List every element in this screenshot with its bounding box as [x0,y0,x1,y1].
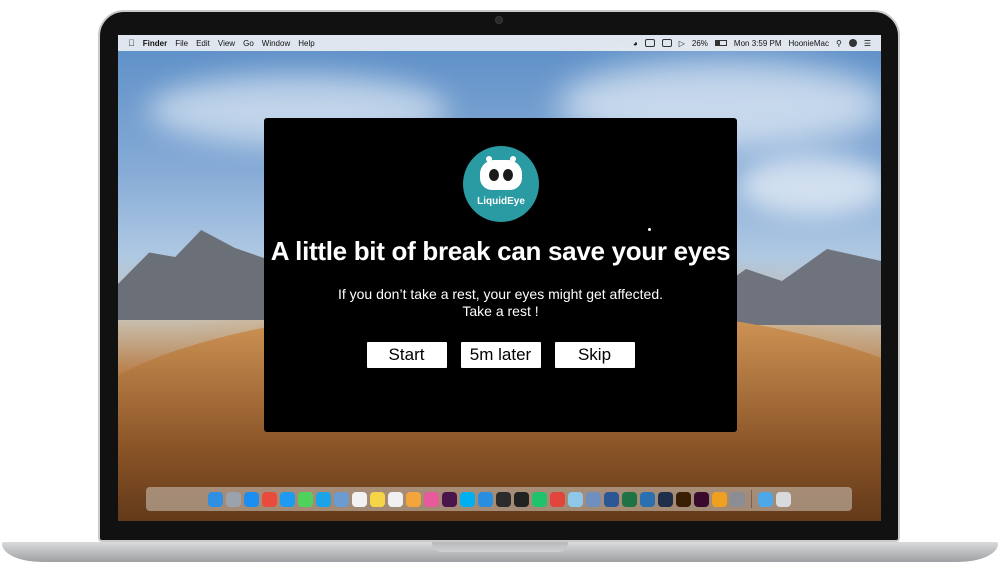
skip-button[interactable]: Skip [554,342,635,368]
dock-slack-icon[interactable] [441,491,457,507]
menu-go[interactable]: Go [243,39,254,48]
battery-icon[interactable] [714,40,727,46]
menu-view[interactable]: View [218,39,235,48]
dock-separator [750,490,752,508]
dock-preview-icon[interactable] [333,491,349,507]
dock-trash-icon[interactable] [775,491,791,507]
dock-skype-icon[interactable] [315,491,331,507]
dock-app-store-icon[interactable] [279,491,295,507]
desktop-screen:  Finder File Edit View Go Window Help ◕… [118,35,881,521]
liquideye-logo: LiquidEye [463,146,539,222]
user-name[interactable]: HoonieMac [789,39,829,48]
dock-messages-icon[interactable] [297,491,313,507]
logo-text: LiquidEye [477,196,525,207]
dock-powershell-icon[interactable] [639,491,655,507]
menu-bar:  Finder File Edit View Go Window Help ◕… [118,35,881,51]
dock-photos-icon[interactable] [405,491,421,507]
dock-transmit-icon[interactable] [711,491,727,507]
dock-xcode-icon[interactable] [477,491,493,507]
apple-icon[interactable]:  [128,38,135,48]
later-button[interactable]: 5m later [460,342,541,368]
dock-git-client-icon[interactable] [549,491,565,507]
dock-r-icon[interactable] [585,491,601,507]
notification-center-icon[interactable]: ☰ [864,39,871,48]
dock-skype-alt-icon[interactable] [459,491,475,507]
message-line-2: Take a rest ! [462,303,539,319]
message-line-1: If you don’t take a rest, your eyes migh… [337,286,664,302]
dock-adobe-xd-icon[interactable] [693,491,709,507]
dock-word-icon[interactable] [603,491,619,507]
dialog-buttons: Start 5m later Skip [264,342,737,368]
wifi-icon[interactable]: ◕ [633,39,638,48]
dock-system-preferences-icon[interactable] [729,491,745,507]
dock-illustrator-icon[interactable] [675,491,691,507]
dock-safari-icon[interactable] [243,491,259,507]
airplay-icon[interactable] [661,39,672,47]
dialog-message: If you don’t take a rest, your eyes migh… [264,286,737,320]
dock-notes-icon[interactable] [369,491,385,507]
menu-edit[interactable]: Edit [196,39,210,48]
dialog-headline: A little bit of break can save your eyes [270,236,731,266]
camera [496,17,502,23]
break-reminder-dialog: LiquidEye A little bit of break can save… [264,118,737,432]
menu-window[interactable]: Window [262,39,290,48]
cloud [738,155,881,215]
dock-terminal-icon[interactable] [495,491,511,507]
search-icon[interactable]: ⚲ [836,39,842,48]
dot [648,228,651,231]
dock-itunes-icon[interactable] [423,491,439,507]
menu-file[interactable]: File [175,39,188,48]
dock-snowflake-icon[interactable] [567,491,583,507]
dock-reminders-icon[interactable] [387,491,403,507]
dock-pycharm-icon[interactable] [531,491,547,507]
battery-percent[interactable]: 26% [692,39,708,48]
dock-chrome-icon[interactable] [261,491,277,507]
start-button[interactable]: Start [366,342,447,368]
dock-photoshop-icon[interactable] [657,491,673,507]
dock-calendar-icon[interactable] [351,491,367,507]
volume-icon[interactable]: ▷ [679,39,685,48]
laptop-notch [432,542,568,552]
dock-excel-icon[interactable] [621,491,637,507]
dock-github-icon[interactable] [513,491,529,507]
siri-icon[interactable] [848,39,857,47]
clock[interactable]: Mon 3:59 PM [734,39,782,48]
dock-downloads-icon[interactable] [757,491,773,507]
menu-finder[interactable]: Finder [143,39,167,48]
keyboard-icon[interactable] [644,39,655,47]
dock [146,487,852,511]
dock-launchpad-icon[interactable] [225,491,241,507]
dock-finder-icon[interactable] [207,491,223,507]
robot-icon [480,156,522,190]
menu-help[interactable]: Help [298,39,314,48]
